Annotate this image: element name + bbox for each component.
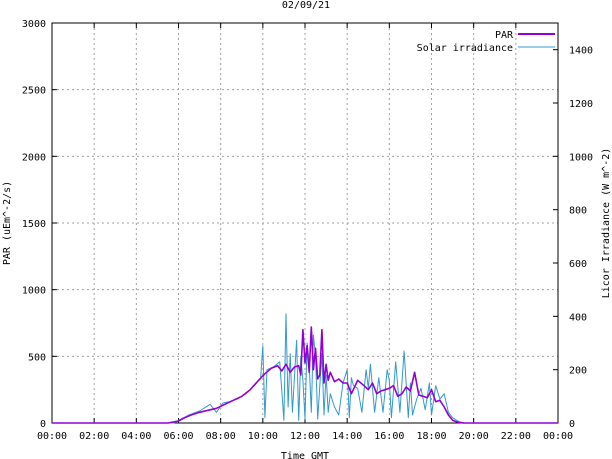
chart-title: 02/09/21 bbox=[282, 0, 330, 11]
y2-tick-label: 0 bbox=[569, 419, 575, 430]
y2-tick-label: 200 bbox=[569, 366, 587, 377]
y2-axis-label: Licor Irradiance (W m^-2) bbox=[601, 148, 612, 299]
x-tick-label: 12:00 bbox=[290, 431, 320, 442]
y-tick-label: 3000 bbox=[22, 19, 46, 30]
y-tick-label: 0 bbox=[40, 419, 46, 430]
x-tick-label: 22:00 bbox=[501, 431, 531, 442]
chart: 02/09/21 00:00 02:00 04:00 06:00 08:00 10:00 1… bbox=[2, 0, 612, 459]
y-axis-label: PAR (uEm^-2/s) bbox=[2, 181, 13, 265]
x-axis-label: Time GMT bbox=[281, 451, 329, 459]
y2-tick-label: 600 bbox=[569, 259, 587, 270]
x-tick-label: 06:00 bbox=[163, 431, 193, 442]
y-tick-label: 2500 bbox=[22, 86, 46, 97]
x-tick-label: 20:00 bbox=[459, 431, 489, 442]
y2-tick-label: 1400 bbox=[569, 46, 593, 57]
y-tick-label: 2000 bbox=[22, 152, 46, 163]
legend-label-solar-irradiance: Solar irradiance bbox=[417, 43, 513, 54]
legend-label-par: PAR bbox=[495, 30, 514, 41]
x-tick-label: 10:00 bbox=[248, 431, 278, 442]
x-tick-label: 16:00 bbox=[374, 431, 404, 442]
y-tick-label: 1000 bbox=[22, 286, 46, 297]
y-tick-label: 1500 bbox=[22, 219, 46, 230]
y2-tick-label: 1200 bbox=[569, 99, 593, 110]
x-tick-labels: 00:00 02:00 04:00 06:00 08:00 10:00 12:00 14:00… bbox=[37, 431, 573, 442]
y2-tick-label: 400 bbox=[569, 312, 587, 323]
x-tick-label: 04:00 bbox=[121, 431, 151, 442]
x-tick-label: 00:00 bbox=[37, 431, 67, 442]
y2-tick-label: 1000 bbox=[569, 152, 593, 163]
x-tick-label: 08:00 bbox=[206, 431, 236, 442]
y2-tick-label: 800 bbox=[569, 206, 587, 217]
y-tick-label: 500 bbox=[28, 352, 46, 363]
x-tick-label: 14:00 bbox=[332, 431, 362, 442]
y2-tick-labels: 0 200 400 600 800 1000 1200 1400 bbox=[569, 46, 593, 430]
x-tick-label: 02:00 bbox=[79, 431, 109, 442]
legend: PAR Solar irradiance bbox=[417, 30, 555, 54]
x-tick-label: 18:00 bbox=[416, 431, 446, 442]
y-tick-labels: 0 500 1000 1500 2000 2500 3000 bbox=[22, 19, 46, 430]
x-tick-label: 00:00 bbox=[543, 431, 573, 442]
